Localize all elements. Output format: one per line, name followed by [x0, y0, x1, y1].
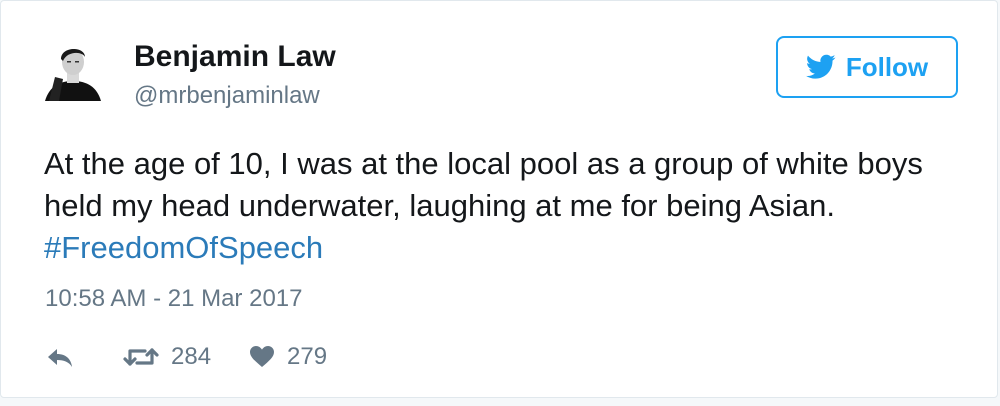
- tweet-timestamp[interactable]: 10:58 AM - 21 Mar 2017: [45, 284, 302, 314]
- tweet-card: Benjamin Law @mrbenjaminlaw Follow At th…: [0, 0, 998, 398]
- hashtag-link[interactable]: #FreedomOfSpeech: [44, 230, 323, 265]
- author-name[interactable]: Benjamin Law: [134, 39, 336, 75]
- reply-button[interactable]: [45, 345, 75, 369]
- tweet-body: At the age of 10, I was at the local poo…: [44, 146, 923, 223]
- author-handle[interactable]: @mrbenjaminlaw: [134, 81, 320, 111]
- heart-icon: [250, 346, 275, 367]
- author-avatar[interactable]: [41, 37, 105, 101]
- retweet-count: 284: [171, 343, 212, 370]
- reply-icon: [48, 349, 72, 367]
- retweet-button[interactable]: 284: [123, 343, 211, 371]
- retweet-icon: [123, 348, 159, 366]
- follow-button[interactable]: Follow: [776, 36, 958, 98]
- follow-button-label: Follow: [845, 51, 929, 82]
- like-count: 279: [287, 343, 328, 370]
- twitter-bird-icon: [805, 54, 836, 79]
- tweet-actions: 284 279: [45, 339, 327, 375]
- like-button[interactable]: 279: [249, 343, 327, 371]
- tweet-text: At the age of 10, I was at the local poo…: [44, 143, 974, 269]
- profile-photo-icon: [41, 37, 105, 101]
